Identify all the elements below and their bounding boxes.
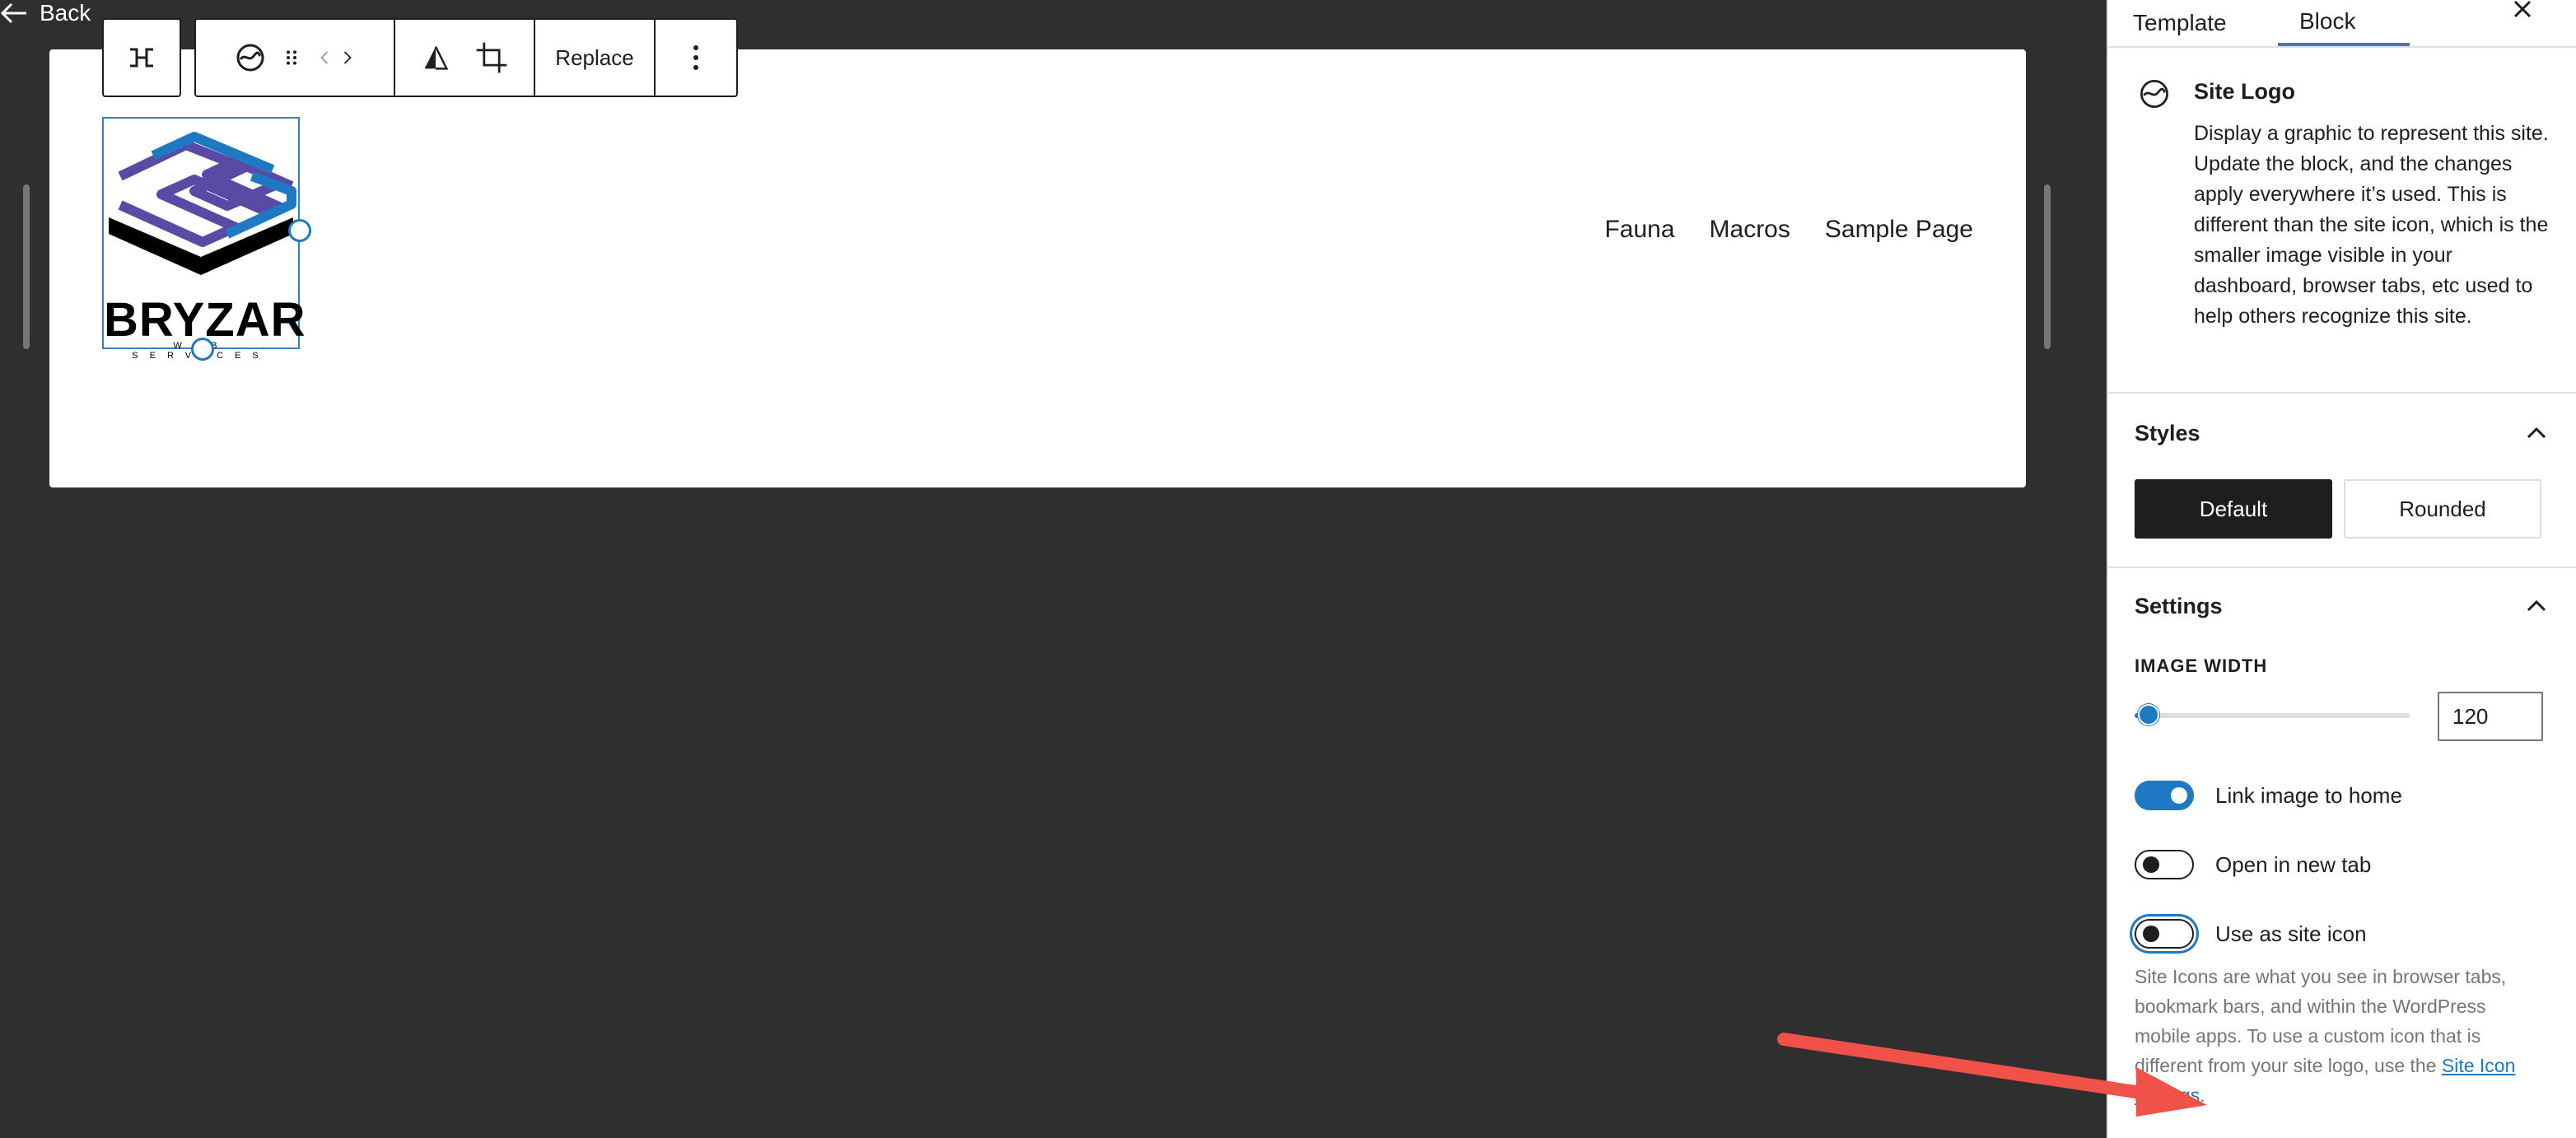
navigation: Fauna Macros Sample Page <box>1604 216 1973 244</box>
parent-selector-toolbar <box>102 18 181 97</box>
style-rounded-label: Rounded <box>2399 496 2486 521</box>
duotone-icon[interactable] <box>419 38 452 77</box>
chevron-right-icon[interactable] <box>336 38 359 77</box>
more-vertical-icon <box>693 45 698 70</box>
block-card: Site Logo Display a graphic to represent… <box>2108 48 2576 394</box>
left-resize-handle[interactable] <box>23 184 30 349</box>
link-to-home-toggle[interactable] <box>2135 781 2194 810</box>
crop-icon[interactable] <box>474 38 510 77</box>
right-resize-handle[interactable] <box>2044 184 2051 349</box>
toggle-knob <box>2171 787 2187 804</box>
block-description: Display a graphic to represent this site… <box>2194 122 2549 328</box>
site-logo-block[interactable]: BRYZAR WEB SERVICES <box>102 117 311 361</box>
tab-template[interactable]: Template <box>2133 0 2227 46</box>
site-logo-icon[interactable] <box>231 38 270 77</box>
close-icon[interactable] <box>2508 0 2536 26</box>
nav-item-macros[interactable]: Macros <box>1710 216 1790 244</box>
chevron-left-icon[interactable] <box>313 38 336 77</box>
open-new-tab-toggle-row[interactable]: Open in new tab <box>2135 848 2371 881</box>
link-to-home-label: Link image to home <box>2215 782 2402 808</box>
image-width-value: 120 <box>2452 703 2489 729</box>
resize-handle-bottom[interactable] <box>191 338 214 361</box>
select-parent-button[interactable] <box>104 20 180 96</box>
image-width-label: IMAGE WIDTH <box>2135 655 2268 676</box>
site-logo-icon <box>2140 80 2168 108</box>
block-type-group <box>196 20 395 96</box>
toggle-knob <box>2143 926 2159 942</box>
style-default-button[interactable]: Default <box>2135 479 2332 539</box>
use-site-icon-toggle-row[interactable]: Use as site icon <box>2135 917 2367 950</box>
more-options-button[interactable] <box>656 20 736 96</box>
block-toolbar: Replace <box>194 18 738 97</box>
chevron-up-icon <box>2527 427 2546 439</box>
nav-item-sample-page[interactable]: Sample Page <box>1825 216 1973 244</box>
replace-button[interactable]: Replace <box>535 20 656 96</box>
chevron-up-icon <box>2527 599 2546 612</box>
back-label: Back <box>40 0 91 26</box>
styles-panel-toggle[interactable]: Styles <box>2108 394 2576 473</box>
sidebar-tabs: Template Block <box>2108 0 2576 48</box>
editor-canvas[interactable]: BRYZAR WEB SERVICES Fauna Macros Sample … <box>49 49 2026 487</box>
drag-handle-icon[interactable] <box>278 38 305 77</box>
bryzar-logo-graphic <box>109 132 296 275</box>
replace-label: Replace <box>555 44 634 70</box>
help-end: . <box>2200 1084 2205 1106</box>
toggle-knob <box>2143 856 2159 873</box>
back-button[interactable]: Back <box>0 0 91 26</box>
styles-heading: Styles <box>2135 420 2200 445</box>
settings-panel-toggle[interactable]: Settings <box>2108 567 2576 646</box>
use-site-icon-toggle[interactable] <box>2135 919 2194 949</box>
slider-thumb[interactable] <box>2137 704 2159 725</box>
site-icon-help-text: Site Icons are what you see in browser t… <box>2135 962 2538 1110</box>
open-new-tab-label: Open in new tab <box>2215 851 2372 877</box>
arrow-left-icon <box>0 2 26 24</box>
image-width-input[interactable]: 120 <box>2438 692 2543 741</box>
nav-item-fauna[interactable]: Fauna <box>1604 216 1674 244</box>
style-default-label: Default <box>2199 496 2268 521</box>
block-title: Site Logo <box>2194 79 2295 104</box>
resize-handle-right[interactable] <box>288 219 311 242</box>
open-new-tab-toggle[interactable] <box>2135 850 2194 879</box>
style-rounded-button[interactable]: Rounded <box>2344 479 2541 539</box>
link-to-home-toggle-row[interactable]: Link image to home <box>2135 779 2402 812</box>
settings-heading: Settings <box>2135 593 2223 618</box>
select-parent-icon <box>130 48 153 68</box>
image-width-slider[interactable] <box>2135 704 2410 725</box>
tab-block[interactable]: Block <box>2278 0 2410 46</box>
settings-sidebar: Template Block Site Logo Display a graph… <box>2107 0 2576 1138</box>
use-site-icon-label: Use as site icon <box>2215 921 2367 946</box>
image-tools-group <box>395 20 535 96</box>
